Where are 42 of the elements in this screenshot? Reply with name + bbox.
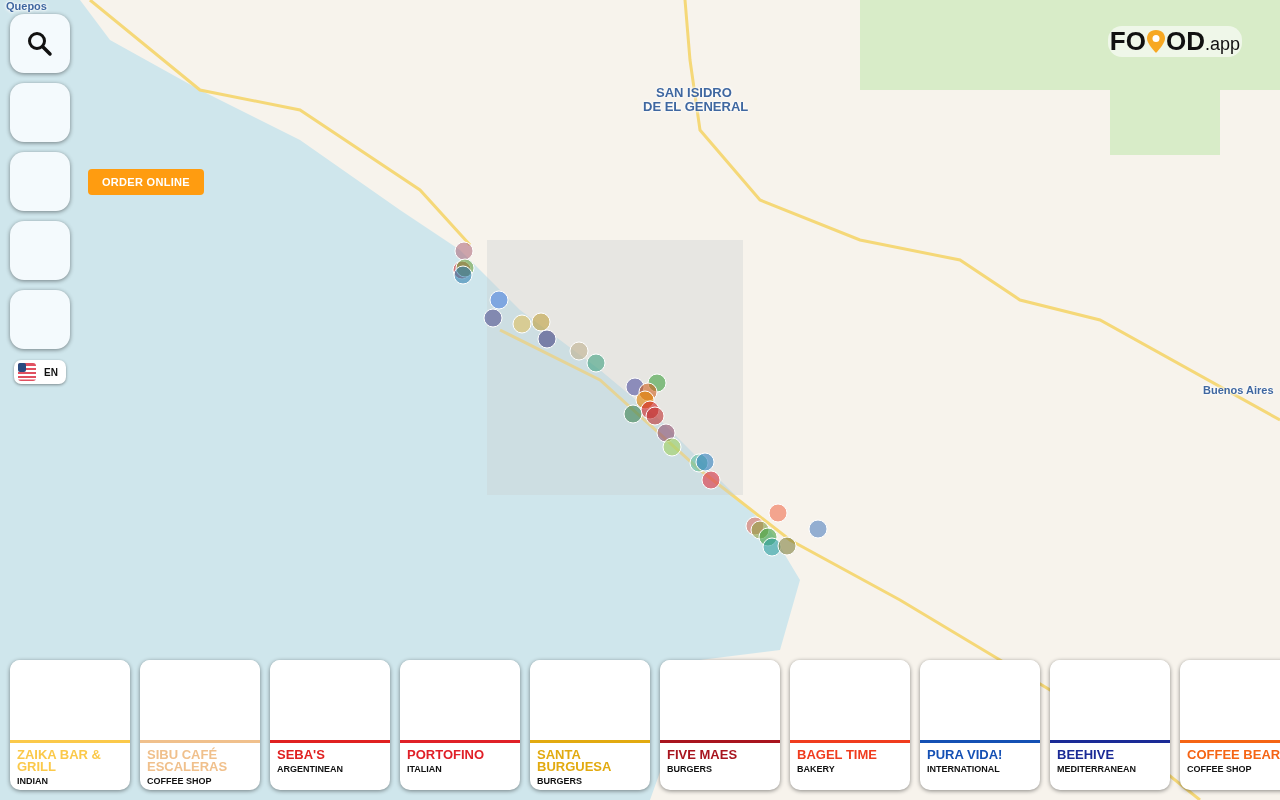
restaurant-name: BAGEL TIME: [797, 749, 878, 761]
restaurant-category: ITALIAN: [407, 764, 443, 774]
restaurant-name: COFFEE BEAR: [1187, 749, 1280, 761]
restaurant-card[interactable]: BAGEL TIME BAKERY: [790, 660, 910, 790]
restaurant-category: MEDITERRANEAN: [1057, 764, 1137, 774]
restaurant-category: INDIAN: [17, 776, 49, 786]
order-online-tooltip: ORDER ONLINE: [88, 168, 204, 195]
map-button[interactable]: [10, 290, 70, 349]
restaurant-card[interactable]: SEBA'S ARGENTINEAN: [270, 660, 390, 790]
restaurant-name: PORTOFINO: [407, 749, 486, 761]
map-button[interactable]: [10, 221, 70, 280]
restaurant-name: SIBU CAFÉ ESCALERAS: [147, 749, 229, 773]
search-icon: [27, 30, 53, 57]
restaurant-name: SANTA BURGUESA: [537, 749, 613, 773]
restaurant-category: BAKERY: [797, 764, 836, 774]
restaurant-card[interactable]: COFFEE BEAR COFFEE SHOP: [1180, 660, 1280, 790]
restaurant-category: BURGERS: [667, 764, 713, 774]
restaurant-name: FIVE MAES: [667, 749, 739, 761]
search-button[interactable]: [10, 14, 70, 73]
location-pin-icon: [1145, 28, 1166, 55]
restaurant-card[interactable]: PURA VIDA! INTERNATIONAL: [920, 660, 1040, 790]
restaurant-card[interactable]: ZAIKA BAR & GRILL INDIAN: [10, 660, 130, 790]
restaurant-name: PURA VIDA!: [927, 749, 1004, 761]
restaurant-category: COFFEE SHOP: [1187, 764, 1253, 774]
map-button[interactable]: [10, 83, 70, 142]
restaurant-name: BEEHIVE: [1057, 749, 1116, 761]
map-label: Quepos: [6, 0, 47, 12]
map-button[interactable]: [10, 152, 70, 211]
restaurant-card[interactable]: SIBU CAFÉ ESCALERAS COFFEE SHOP: [140, 660, 260, 790]
restaurant-name: ZAIKA BAR & GRILL: [17, 749, 102, 773]
language-button[interactable]: EN: [14, 360, 66, 384]
restaurant-category: ARGENTINEAN: [277, 764, 344, 774]
restaurant-card[interactable]: PORTOFINO ITALIAN: [400, 660, 520, 790]
logo: FO OD.app: [1107, 26, 1242, 57]
restaurant-category: BURGERS: [537, 776, 583, 786]
flag-icon: [18, 363, 36, 381]
restaurant-card[interactable]: BEEHIVE MEDITERRANEAN: [1050, 660, 1170, 790]
restaurant-category: INTERNATIONAL: [927, 764, 1001, 774]
restaurant-category: COFFEE SHOP: [147, 776, 213, 786]
restaurant-card[interactable]: SANTA BURGUESA BURGERS: [530, 660, 650, 790]
restaurant-card[interactable]: FIVE MAES BURGERS: [660, 660, 780, 790]
restaurant-name: SEBA'S: [277, 749, 326, 761]
